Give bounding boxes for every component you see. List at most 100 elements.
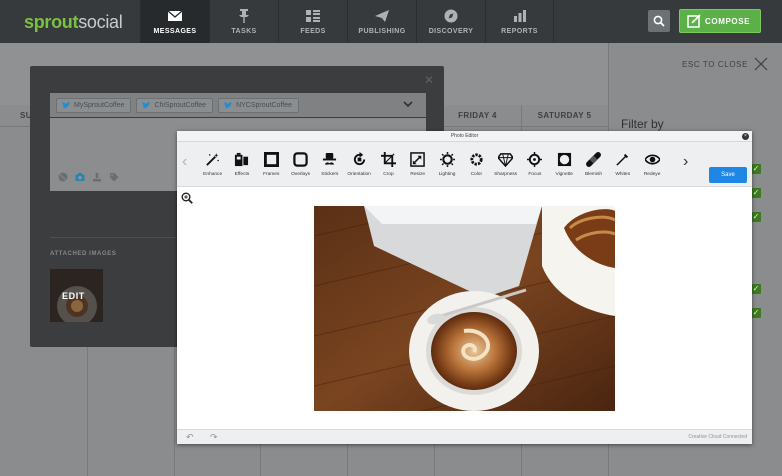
tool-label: Resize (410, 172, 426, 177)
tool-label: Sharpness (494, 172, 518, 177)
tool-label: Orientation (347, 172, 371, 177)
tool-enhance[interactable]: Enhance (198, 142, 227, 187)
zoom-in-icon[interactable] (181, 192, 193, 204)
twitter-icon (142, 101, 151, 108)
camera-icon[interactable] (75, 172, 85, 182)
photo-editor-dialog: Photo Editor × ‹ Enhance Effects Frames … (177, 131, 752, 444)
chevron-down-icon[interactable] (403, 100, 413, 108)
toolbar-prev-arrow-icon[interactable]: ‹ (182, 153, 187, 171)
compose-button[interactable]: COMPOSE (679, 9, 761, 33)
tool-overlays[interactable]: Overlays (286, 142, 315, 187)
profile-pill[interactable]: ChiSproutCoffee (136, 97, 214, 113)
nav-item-feeds[interactable]: FEEDS (278, 0, 347, 43)
tool-label: Enhance (203, 172, 223, 177)
nav-item-tasks[interactable]: TASKS (209, 0, 278, 43)
tool-label: Blemish (584, 172, 603, 177)
focus-icon (527, 152, 543, 167)
compose-icon (687, 14, 701, 28)
day-header-friday: FRIDAY 4 (434, 105, 521, 127)
upload-icon[interactable] (92, 172, 102, 182)
day-header-saturday: SATURDAY 5 (521, 105, 608, 127)
tool-label: Redeye (643, 172, 661, 177)
hat-mustache-icon (323, 152, 337, 165)
editor-close-icon[interactable]: × (742, 133, 749, 140)
section-divider (50, 237, 180, 238)
logo-text-social: social (78, 12, 123, 32)
profile-name: ChiSproutCoffee (154, 101, 207, 109)
photo-canvas (177, 187, 752, 429)
globe-icon[interactable] (58, 172, 68, 182)
esc-label: ESC TO CLOSE (682, 59, 749, 69)
filter-checkbox[interactable]: ✓ (751, 188, 761, 198)
top-navigation-bar: sproutsocial MESSAGES TASKS FEEDS PUBLIS… (0, 0, 782, 43)
twitter-icon (224, 101, 233, 108)
redo-icon[interactable]: ↷ (210, 432, 218, 443)
filter-checkbox[interactable]: ✓ (751, 284, 761, 294)
vignette-icon (557, 152, 571, 167)
rotate-icon (353, 152, 365, 166)
nav-item-reports[interactable]: REPORTS (485, 0, 554, 43)
feeds-icon (306, 9, 320, 22)
sprout-social-logo[interactable]: sproutsocial (24, 12, 123, 33)
main-nav: MESSAGES TASKS FEEDS PUBLISHING DISCOVER… (140, 0, 554, 43)
attached-images-label: ATTACHED IMAGES (50, 251, 117, 257)
nav-label: FEEDS (300, 27, 326, 35)
eye-icon (644, 154, 660, 165)
esc-to-close[interactable]: ESC TO CLOSE (682, 57, 768, 71)
profile-selector[interactable]: MySproutCoffee ChiSproutCoffee NYCSprout… (50, 93, 426, 117)
crop-icon (380, 152, 396, 167)
tool-crop[interactable]: Crop (374, 142, 403, 187)
profile-name: MySproutCoffee (74, 101, 125, 109)
compose-label: COMPOSE (705, 16, 751, 26)
nav-item-publishing[interactable]: PUBLISHING (347, 0, 416, 43)
tool-label: Effects (234, 172, 250, 177)
tool-focus[interactable]: Focus (520, 142, 549, 187)
tool-blemish[interactable]: Blemish (579, 142, 608, 187)
bar-chart-icon (513, 9, 526, 22)
tool-orientation[interactable]: Orientation (344, 142, 373, 187)
undo-icon[interactable]: ↶ (186, 432, 194, 443)
tool-label: Overlays (291, 172, 310, 177)
close-icon[interactable]: ✕ (424, 73, 434, 87)
resize-icon (410, 152, 426, 167)
filter-checkbox[interactable]: ✓ (751, 308, 761, 318)
tool-label: Whiten (615, 172, 631, 177)
envelope-icon (167, 10, 183, 21)
brush-icon (616, 153, 629, 166)
edit-image-label[interactable]: EDIT (62, 291, 85, 301)
nav-label: MESSAGES (153, 27, 197, 35)
toolbar-next-arrow-icon[interactable]: › (683, 153, 697, 173)
tool-whiten[interactable]: Whiten (608, 142, 637, 187)
nav-label: DISCOVERY (428, 27, 474, 35)
tool-resize[interactable]: Resize (403, 142, 432, 187)
compose-tools (58, 172, 119, 182)
bandage-icon (586, 152, 601, 167)
tool-vignette[interactable]: Vignette (550, 142, 579, 187)
tool-color[interactable]: Color (462, 142, 491, 187)
nav-item-discovery[interactable]: DISCOVERY (416, 0, 485, 43)
tag-icon[interactable] (109, 172, 119, 182)
search-button[interactable] (648, 10, 670, 32)
tool-lighting[interactable]: Lighting (432, 142, 461, 187)
tool-frames[interactable]: Frames (257, 142, 286, 187)
tool-sharpness[interactable]: Sharpness (491, 142, 520, 187)
filter-checkbox[interactable]: ✓ (751, 164, 761, 174)
nav-label: PUBLISHING (358, 27, 406, 35)
tool-redeye[interactable]: Redeye (637, 142, 666, 187)
save-button[interactable]: Save (709, 167, 747, 183)
tool-effects[interactable]: Effects (227, 142, 256, 187)
tool-label: Frames (263, 172, 280, 177)
nav-label: TASKS (231, 27, 257, 35)
profile-pill[interactable]: MySproutCoffee (56, 97, 132, 113)
overlay-icon (293, 152, 308, 167)
paper-plane-icon (375, 9, 389, 22)
nav-item-messages[interactable]: MESSAGES (140, 0, 209, 43)
filter-checkbox[interactable]: ✓ (751, 212, 761, 222)
tool-stickers[interactable]: Stickers (315, 142, 344, 187)
compass-icon (444, 9, 458, 22)
pin-icon (239, 8, 249, 23)
photo-editor-footer: ↶ ↷ Creative Cloud Connected (177, 429, 752, 444)
tool-list: Enhance Effects Frames Overlays Stickers… (198, 142, 682, 187)
profile-pill[interactable]: NYCSproutCoffee (218, 97, 299, 113)
photo-editor-title: Photo Editor (177, 131, 752, 142)
